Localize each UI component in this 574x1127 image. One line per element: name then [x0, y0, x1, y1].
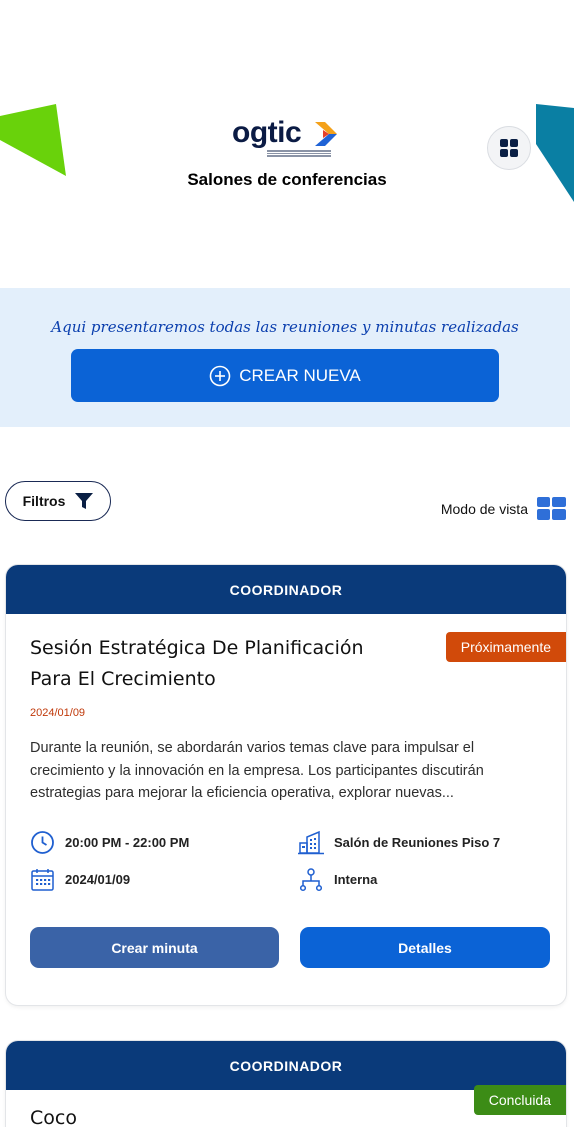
meeting-card: COORDINADOR Coco Concluida: [6, 1041, 566, 1127]
page-title: Salones de conferencias: [187, 170, 387, 189]
meeting-title: Coco: [30, 1107, 77, 1127]
meeting-title: Sesión Estratégica De Planificación Para…: [30, 637, 364, 690]
calendar-icon: [31, 869, 54, 891]
view-mode-label: Modo de vista: [440, 500, 528, 517]
filters-button[interactable]: Filtros: [5, 481, 111, 521]
meeting-card: COORDINADOR Sesión Estratégica De Planif…: [6, 565, 566, 1005]
meeting-date: 2024/01/09: [30, 707, 86, 719]
meeting-room-text: Salón de Reuniones Piso 7: [334, 835, 501, 850]
filter-icon: [75, 493, 94, 509]
apps-menu-button[interactable]: [487, 126, 531, 170]
details-button[interactable]: Detalles: [300, 927, 550, 968]
view-mode-toggle[interactable]: Modo de vista: [441, 497, 566, 520]
logo-chevron-icon: [315, 122, 337, 146]
create-minute-button[interactable]: Crear minuta: [30, 927, 279, 968]
ogtic-logo: ogtic: [232, 116, 344, 157]
network-icon: [299, 868, 323, 892]
logo-wordmark: ogtic: [232, 116, 302, 149]
clock-icon: [31, 831, 54, 854]
logo-tagline: [267, 150, 331, 157]
view-grid-icon: [537, 497, 566, 520]
meeting-description: Durante la reunión, se abordarán varios …: [30, 740, 484, 801]
create-new-label: CREAR NUEVA: [239, 365, 361, 385]
meeting-calendar-date: 2024/01/09: [30, 867, 130, 892]
intro-banner: Aqui presentaremos todas las reuniones y…: [0, 288, 570, 427]
create-new-button[interactable]: CREAR NUEVA: [71, 349, 499, 402]
meeting-calendar-text: 2024/01/09: [65, 872, 131, 887]
meeting-time: 20:00 PM - 22:00 PM: [30, 830, 189, 855]
meeting-type: Interna: [298, 867, 377, 892]
plus-circle-icon: [209, 365, 231, 386]
meeting-time-text: 20:00 PM - 22:00 PM: [65, 835, 190, 850]
meeting-room: Salón de Reuniones Piso 7: [298, 830, 500, 855]
card-role-header: COORDINADOR: [6, 1041, 566, 1090]
card-role-header: COORDINADOR: [6, 565, 566, 614]
building-icon: [298, 830, 324, 855]
status-badge: Próximamente: [445, 632, 566, 662]
status-badge: Concluida: [473, 1085, 566, 1115]
grid-icon: [500, 139, 518, 157]
meeting-type-text: Interna: [334, 872, 378, 887]
banner-text: Aqui presentaremos todas las reuniones y…: [51, 318, 519, 336]
filters-label: Filtros: [22, 493, 66, 509]
